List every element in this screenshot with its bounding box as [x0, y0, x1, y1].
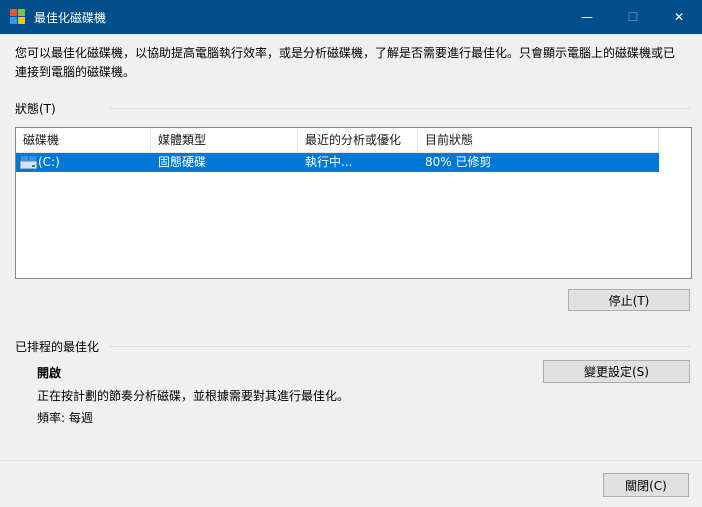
schedule-state: 開啟 — [37, 366, 62, 380]
schedule-detail: 正在按計劃的節奏分析磁碟，並根據需要對其進行最佳化。 — [37, 389, 350, 403]
drive-list[interactable]: 磁碟機 媒體類型 最近的分析或優化 目前狀態 (C:) 固態硬碟 執行中... … — [15, 127, 692, 279]
change-settings-button[interactable]: 變更設定(S) — [543, 360, 690, 383]
status-heading: 狀態(T) — [15, 102, 56, 116]
drive-row[interactable]: (C:) 固態硬碟 執行中... 80% 已修剪 — [16, 153, 659, 172]
last-run: 執行中... — [305, 155, 353, 169]
column-header-current-status[interactable]: 目前狀態 — [418, 128, 659, 152]
close-window-button[interactable]: ✕ — [656, 0, 702, 34]
column-header-drive[interactable]: 磁碟機 — [16, 128, 151, 152]
media-type: 固態硬碟 — [158, 155, 207, 169]
close-button[interactable]: 關閉(C) — [603, 473, 689, 497]
dialog-content: 您可以最佳化磁碟機，以協助提高電腦執行效率，或是分析磁碟機，了解是否需要進行最佳… — [0, 34, 702, 507]
column-header-media-type[interactable]: 媒體類型 — [151, 128, 298, 152]
maximize-button: ☐ — [627, 10, 639, 24]
minimize-button[interactable]: — — [564, 0, 610, 34]
drive-icon — [20, 156, 37, 169]
column-header-last-run[interactable]: 最近的分析或優化 — [298, 128, 418, 152]
list-header: 磁碟機 媒體類型 最近的分析或優化 目前狀態 — [16, 128, 659, 153]
scheduled-divider — [110, 346, 690, 347]
status-divider — [110, 108, 690, 109]
stop-button[interactable]: 停止(T) — [568, 289, 690, 311]
title-bar[interactable]: 最佳化磁碟機 — ☐ ✕ — [0, 0, 702, 34]
footer: 關閉(C) — [0, 460, 702, 507]
current-status: 80% 已修剪 — [425, 155, 492, 169]
description-text: 您可以最佳化磁碟機，以協助提高電腦執行效率，或是分析磁碟機，了解是否需要進行最佳… — [15, 46, 676, 79]
window-title: 最佳化磁碟機 — [34, 10, 107, 25]
schedule-frequency: 頻率: 每週 — [37, 411, 93, 425]
drive-name: (C:) — [38, 155, 60, 169]
optimize-drives-window: 最佳化磁碟機 — ☐ ✕ 您可以最佳化磁碟機，以協助提高電腦執行效率，或是分析磁… — [0, 0, 702, 507]
scheduled-heading: 已排程的最佳化 — [15, 340, 100, 354]
defrag-app-icon — [10, 9, 26, 25]
